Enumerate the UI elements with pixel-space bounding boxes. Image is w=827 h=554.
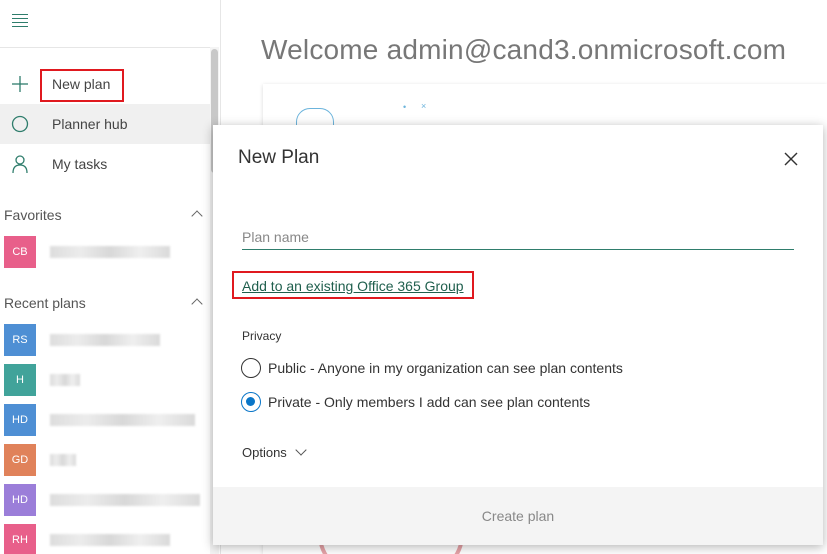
privacy-label: Privacy: [242, 329, 282, 343]
privacy-public-option[interactable]: Public - Anyone in my organization can s…: [241, 358, 623, 378]
sidebar-item-label: Planner hub: [52, 116, 128, 132]
new-plan-dialog: New Plan Add to an existing Office 365 G…: [213, 125, 823, 545]
recent-plan-item[interactable]: RH: [0, 524, 210, 554]
hamburger-menu-icon[interactable]: [12, 14, 28, 28]
person-icon: [12, 155, 28, 174]
recent-plans-heading: Recent plans: [4, 295, 86, 311]
create-plan-button[interactable]: Create plan: [213, 487, 823, 545]
plan-name-redacted: [50, 334, 160, 346]
plan-avatar: GD: [4, 444, 36, 476]
plan-avatar: HD: [4, 404, 36, 436]
welcome-heading: Welcome admin@cand3.onmicrosoft.com: [261, 34, 787, 65]
sidebar-item-my-tasks[interactable]: My tasks: [0, 144, 210, 184]
sidebar-item-planner-hub[interactable]: Planner hub: [0, 104, 210, 144]
recent-plan-item[interactable]: GD: [0, 444, 210, 480]
recent-plan-item[interactable]: RS: [0, 324, 210, 360]
private-radio[interactable]: [241, 392, 261, 412]
plan-name-redacted: [50, 454, 76, 466]
options-toggle[interactable]: Options: [242, 444, 307, 460]
favorites-heading: Favorites: [4, 207, 62, 223]
hub-circle-icon: [11, 115, 29, 133]
plan-name-redacted: [50, 246, 170, 258]
plan-name-redacted: [50, 494, 200, 506]
plan-avatar: HD: [4, 484, 36, 516]
plan-name-input[interactable]: [242, 225, 794, 250]
plan-avatar: RH: [4, 524, 36, 554]
recent-plan-item[interactable]: H: [0, 364, 210, 400]
plan-name-redacted: [50, 414, 195, 426]
public-radio[interactable]: [241, 358, 261, 378]
privacy-private-option[interactable]: Private - Only members I add can see pla…: [241, 392, 590, 412]
chevron-down-icon: [295, 444, 307, 456]
plan-name-redacted: [50, 534, 170, 546]
plan-avatar: RS: [4, 324, 36, 356]
recent-plan-item[interactable]: HD: [0, 404, 210, 440]
sidebar: New plan Planner hub My tasks Favorites …: [0, 0, 221, 554]
sparkle-icon: •: [403, 102, 407, 112]
public-radio-label: Public - Anyone in my organization can s…: [268, 360, 623, 376]
dialog-title: New Plan: [238, 147, 320, 168]
private-radio-label: Private - Only members I add can see pla…: [268, 394, 591, 410]
plan-avatar: H: [4, 364, 36, 396]
recent-plans-collapse-icon[interactable]: [191, 298, 203, 310]
favorite-plan-item[interactable]: CB: [0, 236, 210, 272]
sidebar-divider: [0, 47, 210, 48]
sidebar-item-label: My tasks: [52, 156, 108, 172]
sparkle-icon: ×: [421, 101, 427, 111]
dialog-footer: Create plan: [213, 487, 823, 545]
favorites-collapse-icon[interactable]: [191, 210, 203, 222]
new-plan-highlight-box: [40, 69, 124, 102]
plan-name-redacted: [50, 374, 80, 386]
options-label: Options: [242, 445, 287, 460]
plan-avatar: CB: [4, 236, 36, 268]
group-link-highlight-box: [232, 271, 474, 299]
recent-plan-item[interactable]: HD: [0, 484, 210, 520]
plus-icon: [12, 76, 28, 92]
close-icon[interactable]: [779, 147, 803, 171]
